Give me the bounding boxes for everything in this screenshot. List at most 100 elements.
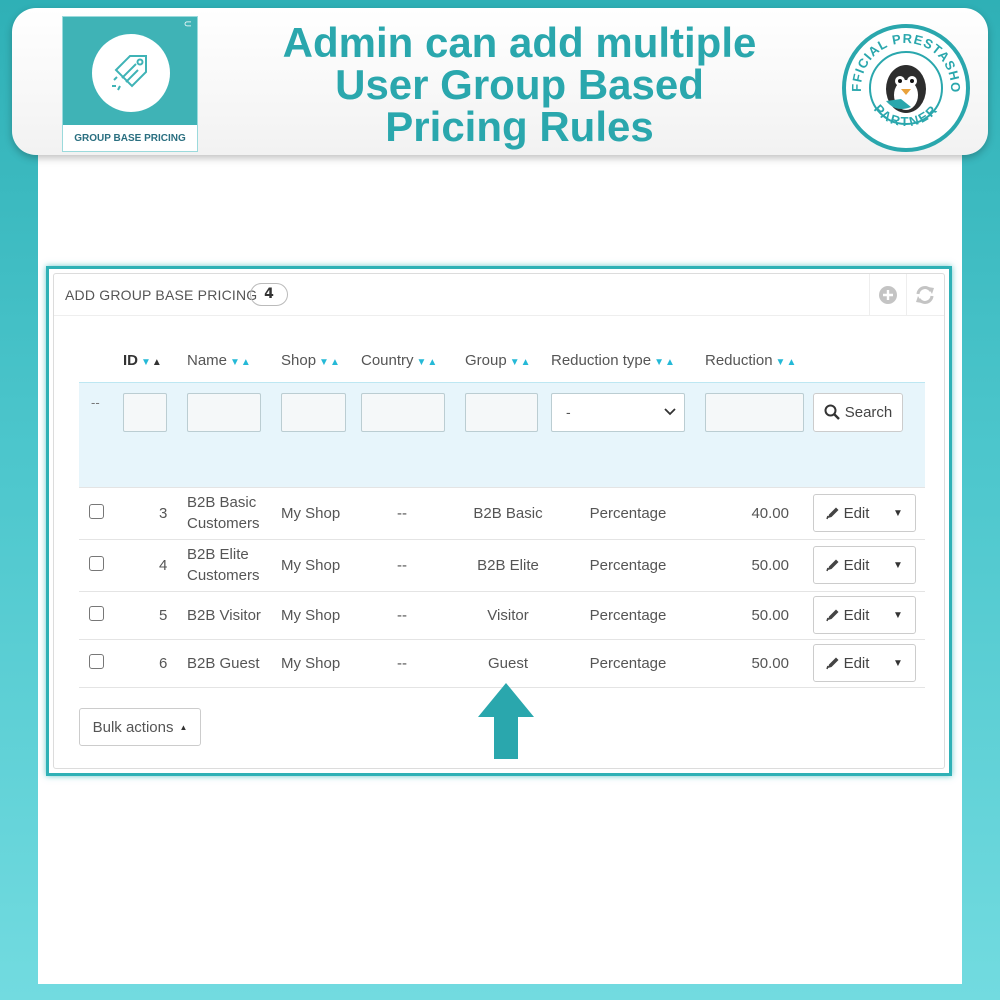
pricing-rules-table: ID ▼▲ Name ▼▲ Shop ▼▲ Country ▼▲ Group ▼▲ Red…: [79, 339, 925, 688]
arrow-up-icon: [478, 683, 534, 759]
module-logo: ⊂ GROUP BASE PRICING: [62, 16, 198, 152]
column-header-id[interactable]: ID ▼▲: [123, 339, 187, 382]
search-icon: [824, 404, 840, 420]
cell-id: 4: [123, 538, 187, 591]
promo-banner: ⊂ GROUP BASE PRICING Admin can add multi…: [12, 8, 988, 155]
table-row[interactable]: 3 B2B Basic Customers My Shop -- B2B Bas…: [79, 486, 925, 539]
filter-country-input[interactable]: [361, 392, 445, 432]
edit-label: Edit: [843, 556, 870, 574]
row-actions-dropdown[interactable]: ▼: [881, 597, 915, 633]
pencil-icon: [825, 657, 839, 670]
table-row[interactable]: 4 B2B Elite Customers My Shop -- B2B Eli…: [79, 538, 925, 591]
filter-reduction-type-select[interactable]: -: [551, 392, 685, 432]
cell-country: --: [361, 486, 465, 539]
edit-button[interactable]: Edit: [814, 645, 881, 681]
table-row[interactable]: 5 B2B Visitor My Shop -- Visitor Percent…: [79, 590, 925, 639]
row-checkbox[interactable]: [89, 653, 104, 669]
refresh-button[interactable]: [906, 274, 943, 316]
search-button-label: Search: [844, 403, 893, 421]
cell-group: B2B Elite: [465, 538, 551, 591]
cell-shop: My Shop: [281, 638, 361, 688]
column-header-reduction[interactable]: Reduction ▼▲: [705, 339, 813, 382]
cell-reduction: 50.00: [705, 538, 813, 591]
edit-button[interactable]: Edit: [814, 495, 881, 531]
record-count-badge: 4: [250, 283, 288, 306]
filter-shop-input[interactable]: [281, 392, 346, 432]
cell-country: --: [361, 638, 465, 688]
filter-group-input[interactable]: [465, 392, 538, 432]
add-new-button[interactable]: [869, 274, 906, 316]
sort-icon: ▼▲: [230, 356, 252, 368]
cell-country: --: [361, 538, 465, 591]
cell-name: B2B Guest: [187, 638, 281, 688]
headline: Admin can add multiple User Group Based …: [242, 22, 797, 148]
cell-shop: My Shop: [281, 486, 361, 539]
row-checkbox-cell: [79, 638, 123, 688]
edit-label: Edit: [843, 654, 870, 672]
caret-down-icon: ▼: [893, 657, 903, 669]
column-header-name[interactable]: Name ▼▲: [187, 339, 281, 382]
cell-name: B2B Visitor: [187, 590, 281, 639]
cell-reduction: 50.00: [705, 638, 813, 688]
sort-icon: ▼▲: [775, 356, 798, 368]
column-header-shop[interactable]: Shop ▼▲: [281, 339, 361, 382]
cell-reduction-type: Percentage: [551, 638, 705, 688]
row-checkbox[interactable]: [89, 605, 104, 621]
bulk-actions-label: Bulk actions: [92, 718, 174, 736]
module-corner-icon: ⊂: [183, 19, 192, 30]
cell-shop: My Shop: [281, 538, 361, 591]
row-actions-dropdown[interactable]: ▼: [881, 645, 915, 681]
cell-reduction-type: Percentage: [551, 486, 705, 539]
row-checkbox[interactable]: [89, 555, 104, 571]
panel-title: ADD GROUP BASE PRICING: [65, 287, 258, 303]
table-row[interactable]: 6 B2B Guest My Shop -- Guest Percentage …: [79, 638, 925, 688]
column-header-country[interactable]: Country ▼▲: [361, 339, 465, 382]
refresh-icon: [916, 286, 934, 304]
row-checkbox[interactable]: [89, 503, 104, 519]
logo-caption: GROUP BASE PRICING: [63, 125, 197, 151]
bulk-actions-button[interactable]: Bulk actions ▲: [79, 708, 201, 746]
cell-group: Visitor: [465, 590, 551, 639]
edit-button[interactable]: Edit: [814, 547, 881, 583]
header-row: ID ▼▲ Name ▼▲ Shop ▼▲ Country ▼▲ Group ▼▲ Red…: [79, 339, 925, 382]
column-header-group[interactable]: Group ▼▲: [465, 339, 551, 382]
row-actions-dropdown[interactable]: ▼: [881, 547, 915, 583]
filter-name-input[interactable]: [187, 392, 261, 432]
filter-reduction-input[interactable]: [705, 392, 804, 432]
sort-icon: ▼▲: [416, 356, 439, 368]
pencil-icon: [825, 559, 839, 572]
cell-id: 3: [123, 486, 187, 539]
edit-button-group: Edit ▼: [813, 494, 916, 532]
penguin-icon: [886, 65, 926, 113]
cell-reduction: 50.00: [705, 590, 813, 639]
row-checkbox-cell: [79, 538, 123, 591]
cell-group: Guest: [465, 638, 551, 688]
panel-header: ADD GROUP BASE PRICING 4: [54, 274, 944, 316]
prestashop-partner-badge: OFFICIAL PRESTASHOP PARTNER: [841, 23, 970, 152]
caret-down-icon: ▼: [893, 559, 903, 571]
cell-id: 5: [123, 590, 187, 639]
search-button[interactable]: Search: [813, 392, 903, 432]
cell-id: 6: [123, 638, 187, 688]
cell-country: --: [361, 590, 465, 639]
chevron-down-icon: [664, 408, 676, 416]
cell-name: B2B Elite Customers: [187, 538, 281, 591]
edit-button-group: Edit ▼: [813, 546, 916, 584]
filter-row-marker: --: [79, 381, 123, 487]
column-header-reduction-type[interactable]: Reduction type ▼▲: [551, 339, 705, 382]
row-actions-dropdown[interactable]: ▼: [881, 495, 915, 531]
caret-up-icon: ▲: [179, 722, 188, 732]
headline-line: Admin can add multiple: [282, 19, 757, 66]
edit-button[interactable]: Edit: [814, 597, 881, 633]
pencil-icon: [825, 609, 839, 622]
cell-reduction: 40.00: [705, 486, 813, 539]
add-icon: [879, 286, 897, 304]
headline-line: Pricing Rules: [385, 103, 654, 150]
cell-reduction-type: Percentage: [551, 590, 705, 639]
caret-down-icon: ▼: [893, 609, 903, 621]
sort-icon: ▼▲: [319, 356, 341, 368]
edit-button-group: Edit ▼: [813, 644, 916, 682]
cell-shop: My Shop: [281, 590, 361, 639]
pencil-icon: [825, 507, 839, 520]
filter-id-input[interactable]: [123, 392, 167, 432]
